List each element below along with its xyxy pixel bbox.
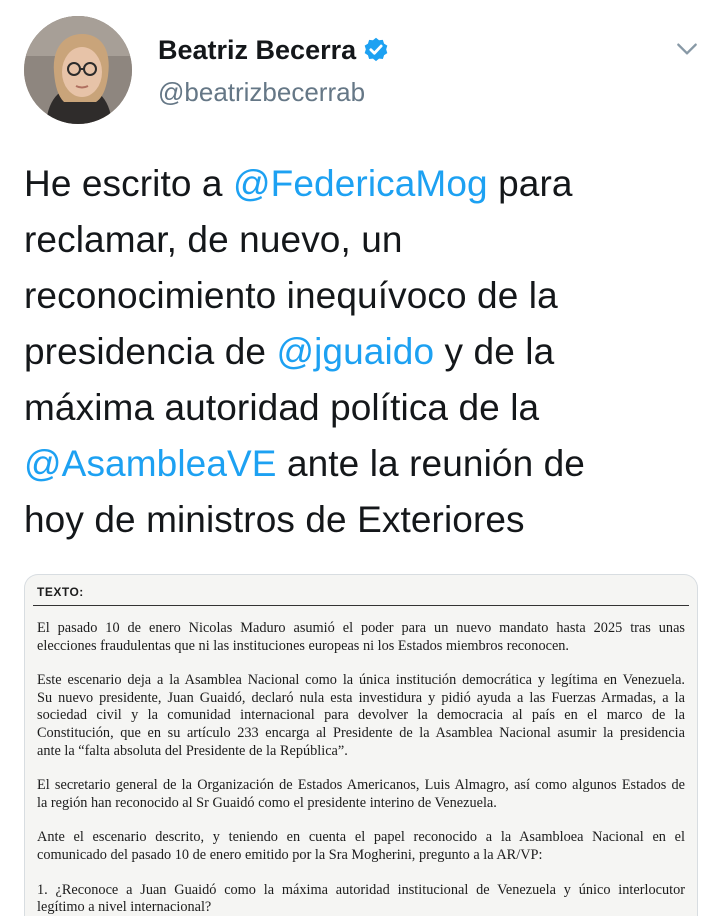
document-line: ante la “falta absoluta del Presidente d… — [37, 742, 348, 759]
tweet-text-segment: reconocimiento inequívoco de la — [24, 275, 558, 316]
document-line: Este escenario deja a la Asamblea Nacion… — [37, 672, 685, 689]
tweet-text: He escrito a @FedericaMog para reclamar, … — [24, 156, 704, 548]
document-line: la región han reconocido al Sr Guaidó co… — [37, 794, 497, 811]
tweet-line: hoy de ministros de Exteriores — [24, 492, 704, 548]
tweet-text-segment: máxima autoridad política de la — [24, 387, 540, 428]
tweet-line: máxima autoridad política de la — [24, 380, 704, 436]
document-line: elecciones fraudulentas que ni las insti… — [37, 637, 570, 654]
tweet-header: Beatriz Becerra @beatrizbecerrab — [24, 16, 704, 126]
avatar[interactable] — [24, 16, 132, 124]
mention-link[interactable]: @FedericaMog — [233, 163, 488, 204]
tweet-text-segment: He escrito a — [24, 163, 233, 204]
profile-photo-icon — [24, 16, 132, 124]
document-line: legítimo a nivel internacional? — [37, 899, 212, 916]
tweet-text-segment: y de la — [434, 331, 555, 372]
chevron-down-icon[interactable] — [674, 36, 700, 62]
display-name-row[interactable]: Beatriz Becerra — [158, 32, 390, 68]
document-paragraph: Este escenario deja a la Asamblea Nacion… — [37, 672, 685, 760]
tweet-text-segment: para — [487, 163, 573, 204]
tweet-line: @AsambleaVE ante la reunión de — [24, 436, 704, 492]
document-scan: TEXTO: El pasado 10 de enero Nicolas Mad… — [33, 581, 689, 916]
document-line: sociedad civil y la comunidad internacio… — [37, 707, 685, 724]
tweet-text-segment: presidencia de — [24, 331, 277, 372]
display-name[interactable]: Beatriz Becerra — [158, 32, 356, 68]
user-info: Beatriz Becerra @beatrizbecerrab — [158, 32, 390, 112]
document-line: Constitución, que en su artículo 233 enc… — [37, 724, 685, 741]
document-line: Su nuevo presidente, Juan Guaidó, declar… — [37, 689, 685, 706]
attached-image[interactable]: TEXTO: El pasado 10 de enero Nicolas Mad… — [24, 574, 698, 916]
tweet-text-segment: reclamar, de nuevo, un — [24, 219, 403, 260]
tweet-line: He escrito a @FedericaMog para — [24, 156, 704, 212]
document-line: El pasado 10 de enero Nicolas Maduro asu… — [37, 620, 685, 636]
mention-link[interactable]: @AsambleaVE — [24, 443, 277, 484]
document-paragraph: El pasado 10 de enero Nicolas Maduro asu… — [37, 620, 685, 655]
tweet-text-segment: hoy de ministros de Exteriores — [24, 499, 525, 540]
tweet-line: reconocimiento inequívoco de la — [24, 268, 704, 324]
document-line: 1. ¿Reconoce a Juan Guaidó como la máxim… — [37, 881, 685, 898]
tweet-text-segment: ante la reunión de — [276, 443, 585, 484]
document-paragraph: El secretario general de la Organización… — [37, 777, 685, 812]
document-label: TEXTO: — [37, 585, 84, 599]
document-paragraph: Ante el escenario descrito, y teniendo e… — [37, 829, 685, 864]
user-handle[interactable]: @beatrizbecerrab — [158, 72, 390, 112]
document-line: Ante el escenario descrito, y teniendo e… — [37, 829, 685, 846]
document-paragraph: 1. ¿Reconoce a Juan Guaidó como la máxim… — [37, 882, 685, 916]
document-line: comunicado del pasado 10 de enero emitid… — [37, 846, 543, 863]
tweet-line: reclamar, de nuevo, un — [24, 212, 704, 268]
mention-link[interactable]: @jguaido — [276, 331, 434, 372]
document-line: El secretario general de la Organización… — [37, 777, 685, 794]
document-body: El pasado 10 de enero Nicolas Maduro asu… — [33, 605, 689, 916]
verified-badge-icon — [364, 37, 388, 62]
tweet-line: presidencia de @jguaido y de la — [24, 324, 704, 380]
